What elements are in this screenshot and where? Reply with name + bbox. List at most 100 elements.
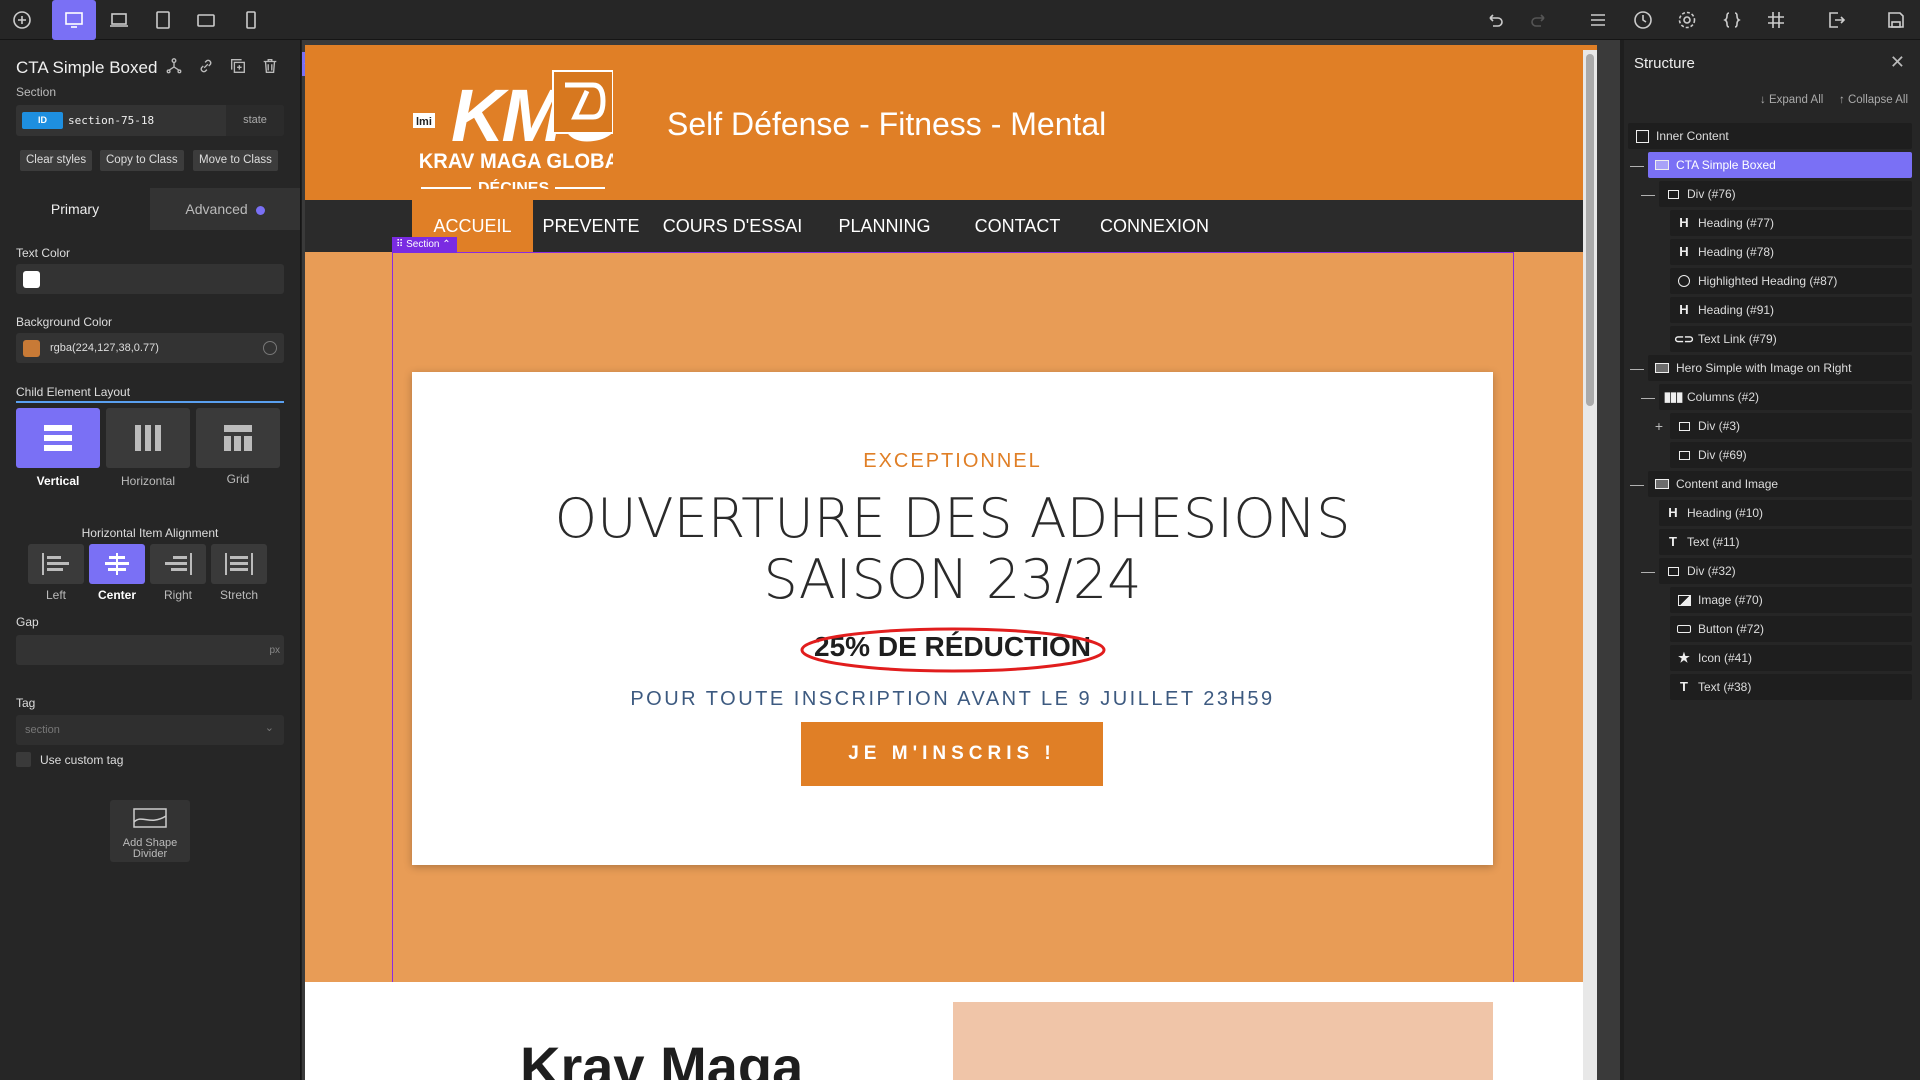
collapse-all-button[interactable]: ↑ Collapse All bbox=[1839, 94, 1908, 106]
structure-item[interactable]: Div (#76) bbox=[1659, 181, 1912, 207]
text-color-field[interactable] bbox=[16, 264, 284, 294]
align-left-button[interactable] bbox=[28, 544, 84, 584]
structure-item[interactable]: H Heading (#77) bbox=[1670, 210, 1912, 236]
text-color-swatch[interactable] bbox=[23, 271, 40, 288]
expand-icon[interactable]: + bbox=[1652, 413, 1666, 439]
structure-item[interactable]: Div (#69) bbox=[1670, 442, 1912, 468]
layout-vertical-label: Vertical bbox=[36, 474, 80, 488]
nav-cours-essai[interactable]: COURS D'ESSAI bbox=[649, 200, 816, 252]
cta-subtext: POUR TOUTE INSCRIPTION AVANT LE 9 JUILLE… bbox=[630, 688, 1275, 710]
layout-grid-button[interactable] bbox=[196, 408, 280, 468]
section-icon bbox=[1654, 152, 1670, 178]
nav-planning[interactable]: PLANNING bbox=[816, 200, 953, 252]
undo-icon[interactable] bbox=[1479, 4, 1511, 36]
scrollbar-thumb[interactable] bbox=[1586, 54, 1594, 406]
grid-layout-icon bbox=[224, 425, 252, 451]
structure-item-label: Inner Content bbox=[1656, 129, 1729, 143]
collapse-icon[interactable]: — bbox=[1630, 152, 1644, 178]
structure-item[interactable]: ★ Icon (#41) bbox=[1670, 645, 1912, 671]
collapse-icon[interactable]: — bbox=[1641, 181, 1655, 207]
duplicate-icon[interactable] bbox=[228, 56, 248, 76]
copy-to-class-button[interactable]: Copy to Class bbox=[100, 150, 184, 171]
align-stretch-label: Stretch bbox=[219, 588, 258, 602]
layout-vertical-button[interactable] bbox=[16, 408, 100, 468]
structure-item[interactable]: Content and Image bbox=[1648, 471, 1912, 497]
structure-item[interactable]: T Text (#38) bbox=[1670, 674, 1912, 700]
add-icon[interactable] bbox=[6, 4, 38, 36]
caret-up-icon[interactable]: ⌃ bbox=[442, 239, 450, 250]
H-icon: H bbox=[1668, 505, 1678, 520]
close-icon[interactable]: ✕ bbox=[1890, 52, 1905, 73]
structure-icon[interactable] bbox=[1582, 4, 1614, 36]
bg-color-swatch[interactable] bbox=[23, 340, 40, 357]
tab-primary[interactable]: Primary bbox=[0, 188, 150, 230]
structure-item[interactable]: ▮▮▮ Columns (#2) bbox=[1659, 384, 1912, 410]
save-icon[interactable] bbox=[1880, 4, 1912, 36]
button-icon bbox=[1676, 616, 1692, 642]
history-icon[interactable] bbox=[1627, 4, 1659, 36]
tablet-landscape-button[interactable] bbox=[190, 4, 222, 36]
laptop-view-button[interactable] bbox=[103, 4, 135, 36]
bg-color-field[interactable]: rgba(224,127,38,0.77) bbox=[16, 333, 284, 363]
settings-icon[interactable] bbox=[1671, 4, 1703, 36]
structure-item-label: Heading (#91) bbox=[1698, 303, 1775, 317]
id-field[interactable]: ID section-75-18 state bbox=[16, 105, 284, 136]
clear-styles-button[interactable]: Clear styles bbox=[20, 150, 93, 171]
align-right-button[interactable] bbox=[150, 544, 206, 584]
move-to-class-button[interactable]: Move to Class bbox=[193, 150, 278, 171]
exit-icon[interactable] bbox=[1820, 4, 1852, 36]
structure-item[interactable]: H Heading (#78) bbox=[1670, 239, 1912, 265]
nav-contact[interactable]: CONTACT bbox=[953, 200, 1082, 252]
tablet-portrait-button[interactable] bbox=[147, 4, 179, 36]
desktop-view-button[interactable] bbox=[52, 0, 96, 40]
link-icon[interactable] bbox=[196, 56, 216, 76]
trash-icon[interactable] bbox=[260, 56, 280, 76]
expand-all-button[interactable]: ↓ Expand All bbox=[1760, 94, 1823, 106]
drag-handle-icon[interactable]: ⠿ bbox=[396, 239, 406, 250]
site-logo[interactable]: KMG lmi KRAV MAGA GLOBAL DÉCINES bbox=[413, 67, 631, 197]
collapse-icon[interactable]: — bbox=[1641, 558, 1655, 584]
align-center-button[interactable] bbox=[89, 544, 145, 584]
structure-item[interactable]: Hero Simple with Image on Right bbox=[1648, 355, 1912, 381]
custom-tag-checkbox[interactable] bbox=[16, 752, 31, 767]
code-icon[interactable] bbox=[1716, 4, 1748, 36]
layout-horizontal-label: Horizontal bbox=[120, 474, 176, 488]
structure-item[interactable]: Inner Content bbox=[1628, 123, 1912, 149]
structure-item[interactable]: H Heading (#10) bbox=[1659, 500, 1912, 526]
global-color-icon[interactable] bbox=[263, 341, 277, 355]
cta-signup-button[interactable]: JE M'INSCRIS ! bbox=[801, 722, 1103, 786]
div-icon bbox=[1665, 558, 1681, 584]
nav-connexion[interactable]: CONNEXION bbox=[1082, 200, 1227, 252]
canvas-scrollbar[interactable] bbox=[1583, 50, 1597, 1080]
structure-item[interactable]: ⊂⊃ Text Link (#79) bbox=[1670, 326, 1912, 352]
gap-input[interactable]: px bbox=[16, 635, 284, 665]
id-badge: ID bbox=[22, 112, 63, 129]
section-tag-label: Section bbox=[406, 239, 440, 250]
structure-item[interactable]: CTA Simple Boxed bbox=[1648, 152, 1912, 178]
svg-text:KRAV MAGA GLOBAL: KRAV MAGA GLOBAL bbox=[419, 150, 613, 173]
hierarchy-icon[interactable] bbox=[164, 56, 184, 76]
redo-icon[interactable] bbox=[1523, 4, 1555, 36]
structure-item[interactable]: Div (#3) bbox=[1670, 413, 1912, 439]
structure-item[interactable]: Div (#32) bbox=[1659, 558, 1912, 584]
collapse-all-label: Collapse All bbox=[1847, 94, 1909, 106]
mobile-view-button[interactable] bbox=[235, 4, 267, 36]
structure-item[interactable]: T Text (#11) bbox=[1659, 529, 1912, 555]
section-selection-tag[interactable]: ⠿ Section ⌃ bbox=[392, 237, 457, 253]
nav-prevente[interactable]: PREVENTE bbox=[533, 200, 649, 252]
state-selector[interactable]: state bbox=[226, 105, 284, 136]
structure-item[interactable]: Button (#72) bbox=[1670, 616, 1912, 642]
align-stretch-button[interactable] bbox=[211, 544, 267, 584]
layout-horizontal-button[interactable] bbox=[106, 408, 190, 468]
structure-item[interactable]: H Heading (#91) bbox=[1670, 297, 1912, 323]
add-shape-divider-button[interactable]: Add Shape Divider bbox=[110, 800, 190, 862]
structure-item[interactable]: Highlighted Heading (#87) bbox=[1670, 268, 1912, 294]
element-title: CTA Simple Boxed bbox=[16, 58, 158, 77]
grid-icon[interactable] bbox=[1760, 4, 1792, 36]
collapse-icon[interactable]: — bbox=[1630, 355, 1644, 381]
tag-select[interactable]: section ⌄ bbox=[16, 715, 284, 745]
structure-item[interactable]: Image (#70) bbox=[1670, 587, 1912, 613]
collapse-icon[interactable]: — bbox=[1630, 471, 1644, 497]
collapse-icon[interactable]: — bbox=[1641, 384, 1655, 410]
tab-advanced[interactable]: Advanced bbox=[150, 188, 300, 230]
